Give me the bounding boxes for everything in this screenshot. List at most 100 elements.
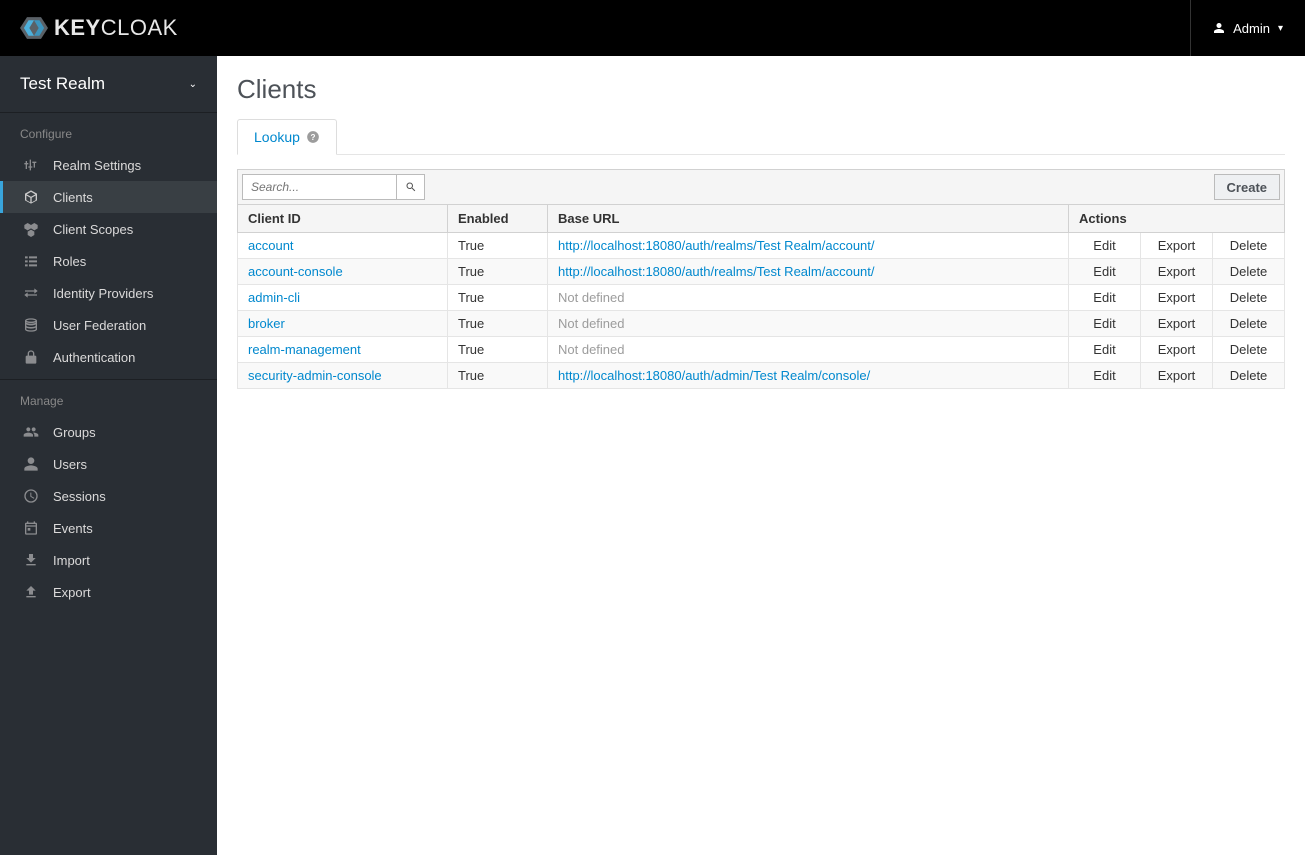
nav-item-label: Authentication	[53, 350, 135, 365]
nav-item-user-federation[interactable]: User Federation	[0, 309, 217, 341]
nav-item-client-scopes[interactable]: Client Scopes	[0, 213, 217, 245]
export-button[interactable]: Export	[1141, 337, 1213, 363]
keycloak-hexagon-icon	[20, 14, 48, 42]
cell-enabled: True	[448, 285, 548, 311]
nav-item-users[interactable]: Users	[0, 448, 217, 480]
base-url-link[interactable]: http://localhost:18080/auth/realms/Test …	[558, 264, 875, 279]
list-icon	[23, 253, 39, 269]
nav-item-sessions[interactable]: Sessions	[0, 480, 217, 512]
edit-button[interactable]: Edit	[1069, 285, 1141, 311]
nav-item-import[interactable]: Import	[0, 544, 217, 576]
tab-lookup[interactable]: Lookup ?	[237, 119, 337, 155]
nav-item-groups[interactable]: Groups	[0, 416, 217, 448]
export-button[interactable]: Export	[1141, 259, 1213, 285]
export-button[interactable]: Export	[1141, 363, 1213, 389]
export-button[interactable]: Export	[1141, 311, 1213, 337]
realm-selector[interactable]: Test Realm ⌄	[0, 56, 217, 113]
main-content: Clients Lookup ? Create Client ID Enable…	[217, 56, 1305, 855]
delete-button[interactable]: Delete	[1213, 233, 1285, 259]
col-header-actions: Actions	[1069, 205, 1285, 233]
tab-lookup-label: Lookup	[254, 129, 300, 145]
delete-button[interactable]: Delete	[1213, 337, 1285, 363]
import-icon	[23, 552, 39, 568]
clients-table: Client ID Enabled Base URL Actions accou…	[237, 205, 1285, 389]
client-id-link[interactable]: account	[248, 238, 294, 253]
nav-item-events[interactable]: Events	[0, 512, 217, 544]
nav-item-label: Roles	[53, 254, 86, 269]
cell-enabled: True	[448, 337, 548, 363]
nav-item-label: Groups	[53, 425, 96, 440]
nav-item-label: Clients	[53, 190, 93, 205]
section-header-configure: Configure	[0, 113, 217, 149]
brand-text: KEYCLOAK	[54, 15, 178, 41]
chevron-down-icon: ▾	[1278, 23, 1283, 34]
create-button[interactable]: Create	[1214, 174, 1280, 200]
nav-item-label: Identity Providers	[53, 286, 153, 301]
nav-item-realm-settings[interactable]: Realm Settings	[0, 149, 217, 181]
cell-enabled: True	[448, 311, 548, 337]
base-url-link[interactable]: http://localhost:18080/auth/realms/Test …	[558, 238, 875, 253]
client-id-link[interactable]: broker	[248, 316, 285, 331]
base-url-link[interactable]: http://localhost:18080/auth/admin/Test R…	[558, 368, 870, 383]
sidebar: Test Realm ⌄ Configure Realm Settings Cli…	[0, 56, 217, 855]
cell-baseurl-notdefined: Not defined	[548, 311, 1069, 337]
edit-button[interactable]: Edit	[1069, 363, 1141, 389]
nav-item-label: Realm Settings	[53, 158, 141, 173]
calendar-icon	[23, 520, 39, 536]
table-row: account True http://localhost:18080/auth/r…	[238, 233, 1285, 259]
edit-button[interactable]: Edit	[1069, 311, 1141, 337]
search-icon	[405, 181, 417, 193]
user-menu[interactable]: Admin ▾	[1190, 0, 1305, 56]
edit-button[interactable]: Edit	[1069, 259, 1141, 285]
delete-button[interactable]: Delete	[1213, 311, 1285, 337]
export-button[interactable]: Export	[1141, 285, 1213, 311]
delete-button[interactable]: Delete	[1213, 259, 1285, 285]
client-id-link[interactable]: admin-cli	[248, 290, 300, 305]
cell-enabled: True	[448, 363, 548, 389]
table-row: account-console True http://localhost:1808…	[238, 259, 1285, 285]
user-icon	[23, 456, 39, 472]
nav-item-identity-providers[interactable]: Identity Providers	[0, 277, 217, 309]
search-input[interactable]	[242, 174, 397, 200]
nav-item-roles[interactable]: Roles	[0, 245, 217, 277]
nav-item-authentication[interactable]: Authentication	[0, 341, 217, 373]
table-row: broker TrueNot definedEditExportDelete	[238, 311, 1285, 337]
section-header-manage: Manage	[0, 380, 217, 416]
user-menu-label: Admin	[1233, 21, 1270, 36]
edit-button[interactable]: Edit	[1069, 233, 1141, 259]
lock-icon	[23, 349, 39, 365]
search-button[interactable]	[397, 174, 425, 200]
nav-item-label: User Federation	[53, 318, 146, 333]
nav-item-clients[interactable]: Clients	[0, 181, 217, 213]
edit-button[interactable]: Edit	[1069, 337, 1141, 363]
sliders-icon	[23, 157, 39, 173]
nav-item-label: Client Scopes	[53, 222, 133, 237]
brand-logo[interactable]: KEYCLOAK	[20, 14, 178, 42]
nav-item-label: Events	[53, 521, 93, 536]
cell-baseurl-notdefined: Not defined	[548, 285, 1069, 311]
nav-item-label: Users	[53, 457, 87, 472]
client-id-link[interactable]: realm-management	[248, 342, 361, 357]
nav-item-label: Export	[53, 585, 91, 600]
nav-item-label: Sessions	[53, 489, 106, 504]
group-icon	[23, 424, 39, 440]
export-button[interactable]: Export	[1141, 233, 1213, 259]
cell-enabled: True	[448, 259, 548, 285]
exchange-icon	[23, 285, 39, 301]
col-header-baseurl: Base URL	[548, 205, 1069, 233]
chevron-down-icon: ⌄	[189, 79, 197, 90]
delete-button[interactable]: Delete	[1213, 285, 1285, 311]
client-id-link[interactable]: security-admin-console	[248, 368, 382, 383]
nav-item-label: Import	[53, 553, 90, 568]
client-id-link[interactable]: account-console	[248, 264, 343, 279]
nav-item-export[interactable]: Export	[0, 576, 217, 608]
topbar: KEYCLOAK Admin ▾	[0, 0, 1305, 56]
col-header-clientid: Client ID	[238, 205, 448, 233]
table-row: admin-cli TrueNot definedEditExportDelete	[238, 285, 1285, 311]
realm-name: Test Realm	[20, 74, 105, 94]
delete-button[interactable]: Delete	[1213, 363, 1285, 389]
help-icon[interactable]: ?	[306, 130, 320, 144]
cell-baseurl-notdefined: Not defined	[548, 337, 1069, 363]
svg-text:?: ?	[310, 133, 315, 142]
cell-enabled: True	[448, 233, 548, 259]
